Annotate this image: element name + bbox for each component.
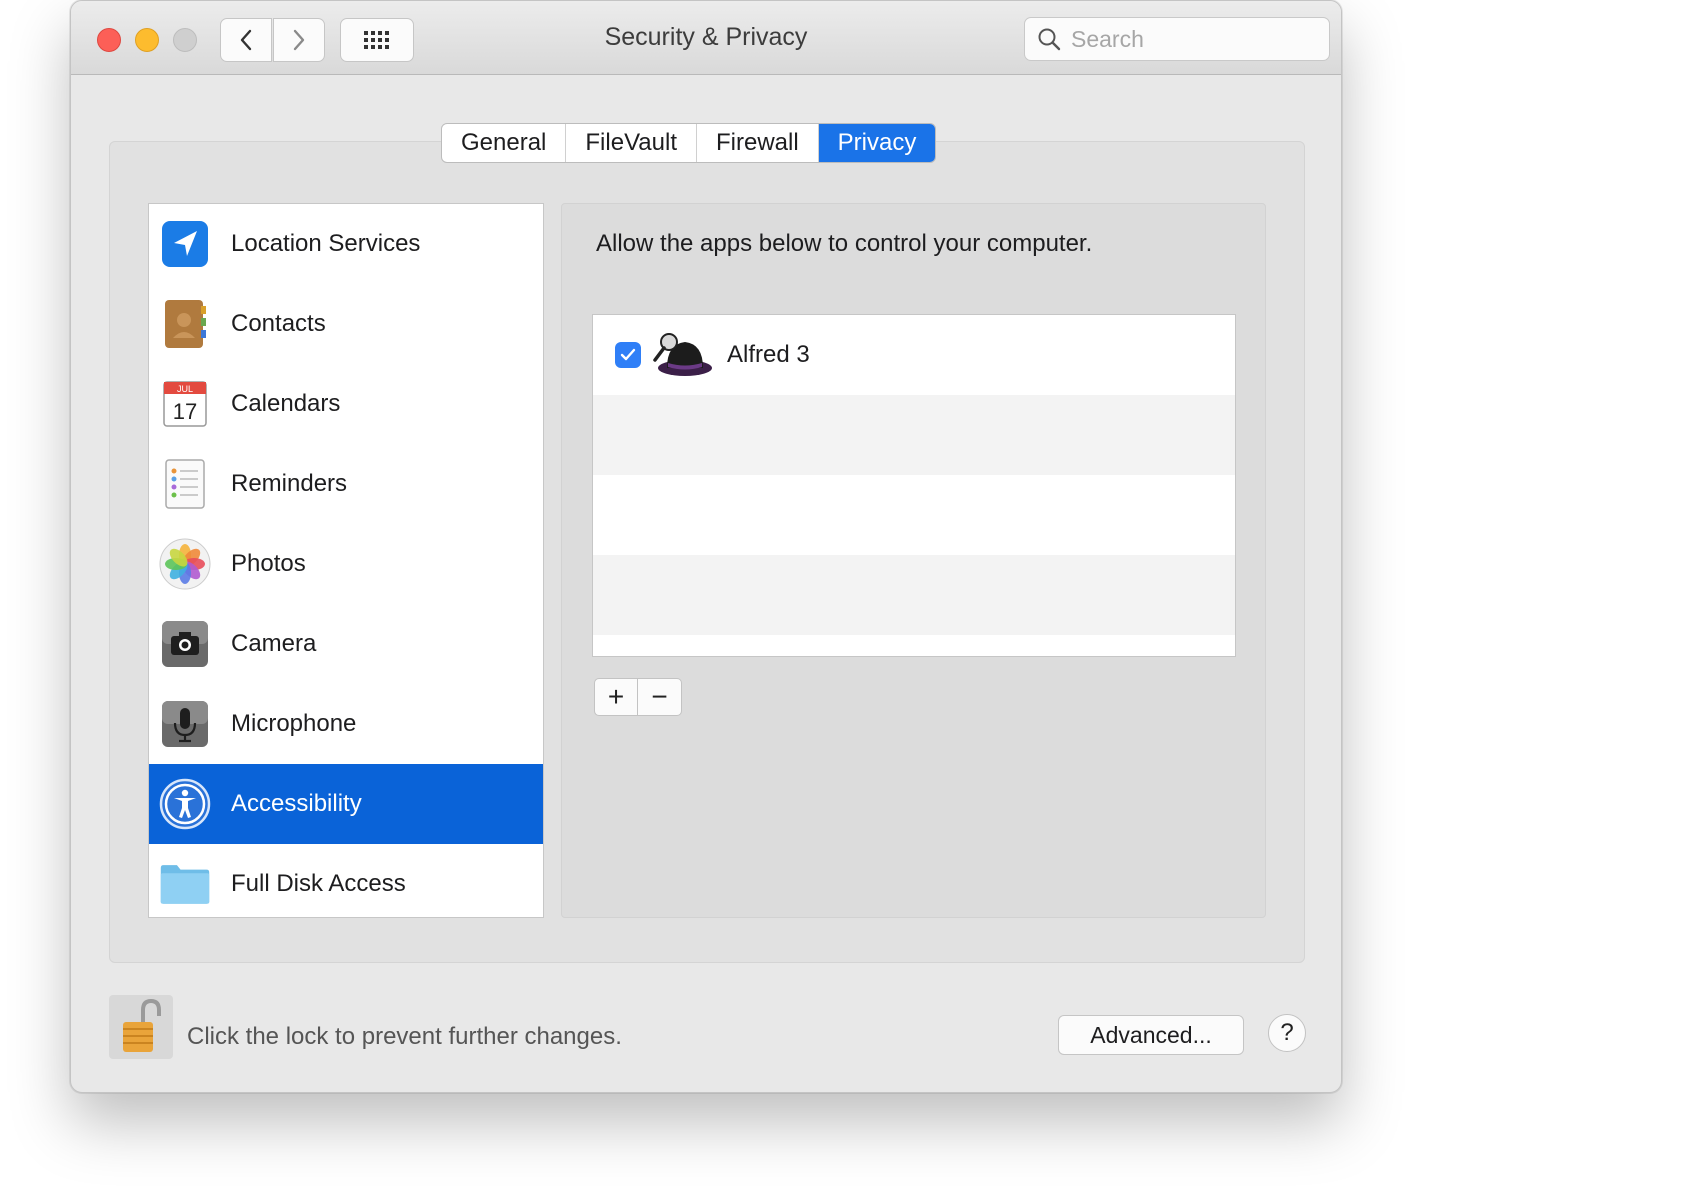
sidebar-item-label: Full Disk Access bbox=[231, 870, 406, 897]
accessibility-detail-panel: Allow the apps below to control your com… bbox=[561, 203, 1266, 918]
tab-privacy[interactable]: Privacy bbox=[818, 124, 936, 162]
sidebar-item-label: Photos bbox=[231, 550, 306, 577]
advanced-button[interactable]: Advanced... bbox=[1058, 1015, 1244, 1055]
app-name: Alfred 3 bbox=[727, 341, 810, 368]
help-button[interactable]: ? bbox=[1268, 1014, 1306, 1052]
camera-icon bbox=[159, 618, 211, 670]
contacts-book-icon bbox=[159, 298, 211, 350]
sidebar-item-label: Microphone bbox=[231, 710, 357, 737]
sidebar-item-label: Reminders bbox=[231, 470, 348, 497]
sidebar-item-accessibility[interactable]: Accessibility bbox=[149, 764, 543, 844]
list-item bbox=[593, 555, 1235, 635]
app-list: Alfred 3 bbox=[592, 314, 1236, 657]
sidebar-item-label: Location Services bbox=[231, 230, 421, 257]
lock-status-text: Click the lock to prevent further change… bbox=[187, 1023, 622, 1050]
search-input[interactable] bbox=[1071, 25, 1311, 53]
sidebar-item-label: Calendars bbox=[231, 390, 341, 417]
security-privacy-window: Security & Privacy General FileVault Fir… bbox=[70, 0, 1342, 1093]
sidebar-item-label: Contacts bbox=[231, 310, 326, 337]
location-arrow-icon bbox=[159, 218, 211, 270]
list-item bbox=[593, 395, 1235, 475]
list-item[interactable]: Alfred 3 bbox=[593, 315, 1235, 395]
list-item bbox=[593, 475, 1235, 555]
sidebar-item-label: Accessibility bbox=[231, 790, 362, 817]
tab-bar: General FileVault Firewall Privacy bbox=[441, 123, 937, 163]
calendar-icon: JUL 17 bbox=[159, 378, 211, 430]
accessibility-icon bbox=[159, 778, 211, 830]
privacy-category-list: Location Services Contacts JUL 17 Calenda… bbox=[148, 203, 544, 918]
search-field[interactable] bbox=[1024, 17, 1330, 61]
lock-button[interactable] bbox=[109, 995, 173, 1059]
alfred-hat-icon bbox=[651, 330, 713, 380]
title-bar: Security & Privacy bbox=[71, 1, 1341, 75]
calendar-day-text: 17 bbox=[173, 399, 197, 424]
sidebar-item-photos[interactable]: Photos bbox=[149, 524, 543, 604]
remove-app-button[interactable]: − bbox=[638, 679, 681, 715]
sidebar-item-calendars[interactable]: JUL 17 Calendars bbox=[149, 364, 543, 444]
sidebar-item-camera[interactable]: Camera bbox=[149, 604, 543, 684]
unlocked-padlock-icon bbox=[123, 998, 161, 1052]
sidebar-item-location-services[interactable]: Location Services bbox=[149, 204, 543, 284]
sidebar-item-microphone[interactable]: Microphone bbox=[149, 684, 543, 764]
folder-icon bbox=[159, 858, 211, 910]
add-app-button[interactable]: + bbox=[595, 679, 638, 715]
sidebar-item-label: Camera bbox=[231, 630, 317, 657]
panel-description: Allow the apps below to control your com… bbox=[596, 230, 1093, 257]
microphone-icon bbox=[159, 698, 211, 750]
sidebar-item-contacts[interactable]: Contacts bbox=[149, 284, 543, 364]
tab-general[interactable]: General bbox=[442, 124, 567, 162]
checkmark-icon bbox=[620, 348, 636, 361]
sidebar-item-full-disk-access[interactable]: Full Disk Access bbox=[149, 844, 543, 917]
calendar-month-text: JUL bbox=[177, 384, 193, 394]
sidebar-item-reminders[interactable]: Reminders bbox=[149, 444, 543, 524]
app-enabled-checkbox[interactable] bbox=[615, 342, 641, 368]
photos-flower-icon bbox=[159, 538, 211, 590]
reminders-list-icon bbox=[159, 458, 211, 510]
tab-firewall[interactable]: Firewall bbox=[697, 124, 819, 162]
add-remove-control: + − bbox=[594, 678, 682, 716]
search-icon bbox=[1038, 28, 1061, 51]
tab-filevault[interactable]: FileVault bbox=[566, 124, 697, 162]
